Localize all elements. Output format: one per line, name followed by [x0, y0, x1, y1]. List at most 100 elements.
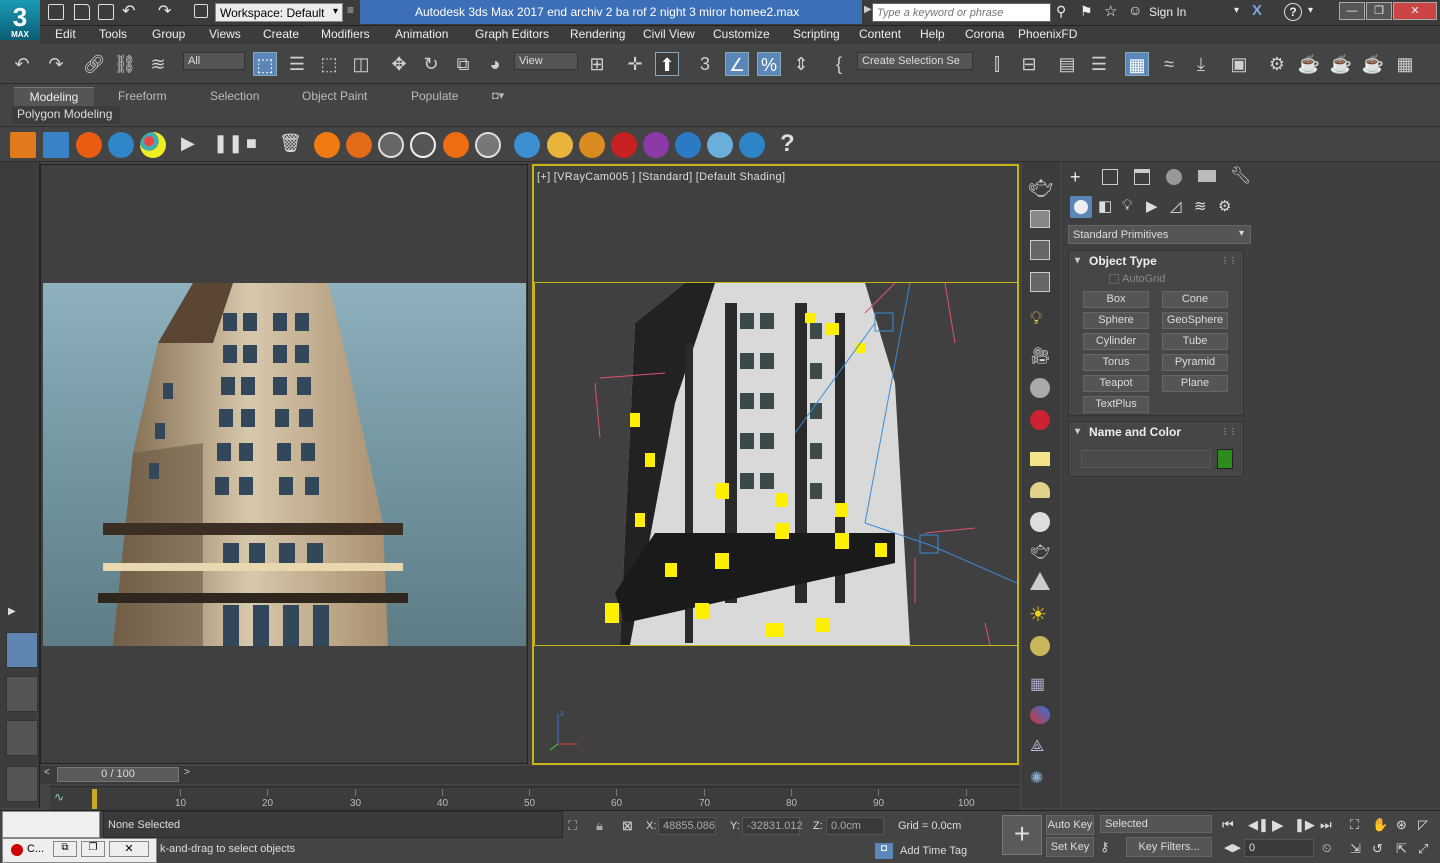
redo-icon[interactable]: ↷ — [44, 52, 68, 76]
binoculars-icon[interactable]: ⚲ — [1056, 3, 1066, 20]
redo-icon[interactable]: ↷ — [158, 1, 171, 21]
add-time-tag-button[interactable]: Add Time Tag — [900, 845, 967, 857]
fur-icon[interactable]: ▦ — [1030, 674, 1045, 694]
menu-phoenixfd[interactable]: PhoenixFD — [1018, 27, 1077, 41]
place-icon[interactable]: ◕ — [483, 52, 507, 76]
walk-through-icon[interactable]: ⇱ — [1396, 841, 1407, 857]
phoenix-liquid-icon[interactable] — [108, 132, 134, 158]
exchange-x-icon[interactable]: X — [1252, 2, 1262, 19]
menu-tools[interactable]: Tools — [99, 27, 127, 41]
select-manipulate-icon[interactable]: ✛ — [623, 52, 647, 76]
polygon-modeling-panel[interactable]: Polygon Modeling — [12, 106, 120, 124]
layout-single-button[interactable] — [6, 632, 38, 668]
sun-icon[interactable]: ☀ — [1029, 602, 1047, 627]
menu-customize[interactable]: Customize — [713, 27, 770, 41]
window-crossing-icon[interactable]: ◫ — [349, 52, 373, 76]
render-setup-icon[interactable]: ⚙ — [1265, 52, 1289, 76]
help-question-icon[interactable]: ? — [780, 130, 795, 158]
record-icon[interactable] — [11, 844, 23, 856]
workspace-dropdown[interactable]: Workspace: Default — [215, 3, 343, 22]
wind-icon[interactable] — [410, 132, 436, 158]
liquid-source-icon[interactable] — [514, 132, 540, 158]
material-editor-icon[interactable]: ▣ — [1227, 52, 1251, 76]
toggle-ribbon-icon[interactable]: ▦ — [1125, 52, 1149, 76]
maximize-viewport-icon[interactable]: ⤢ — [1418, 841, 1428, 857]
tab-selection[interactable]: Selection — [202, 87, 267, 106]
plane-light-icon[interactable] — [1030, 452, 1050, 466]
y-coord-field[interactable]: -32831.012 — [742, 817, 803, 835]
primitive-type-dropdown[interactable]: Standard Primitives — [1068, 225, 1251, 244]
move-icon[interactable]: ✥ — [387, 52, 411, 76]
zoom-extents-icon[interactable]: ⛶ — [1350, 817, 1359, 833]
field-of-view-icon[interactable]: ◸ — [1418, 817, 1428, 833]
communication-icon[interactable]: ⚑ — [1080, 3, 1093, 20]
layout-two-button[interactable] — [6, 676, 38, 712]
menu-scripting[interactable]: Scripting — [793, 27, 840, 41]
quick-access-menu-icon[interactable]: ≡ — [347, 3, 354, 17]
sphere-button[interactable]: Sphere — [1083, 312, 1149, 329]
prev-frame-icon[interactable]: ◀❚ — [1248, 817, 1269, 833]
select-object-icon[interactable]: ⬚ — [253, 52, 277, 76]
box-button[interactable]: Box — [1083, 291, 1149, 308]
auto-key-button[interactable]: Auto Key — [1046, 815, 1094, 835]
selection-filter-dropdown[interactable]: All — [183, 52, 245, 70]
undo-icon[interactable]: ↶ — [10, 52, 34, 76]
menu-graph-editors[interactable]: Graph Editors — [475, 27, 549, 41]
snaps-toggle-icon[interactable]: 3 — [693, 52, 717, 76]
mesh-light-icon[interactable]: 🫖︎ — [1030, 542, 1050, 562]
name-and-color-header[interactable]: Name and Color — [1069, 422, 1243, 442]
link-icon[interactable]: 🔗︎ — [82, 52, 106, 76]
dome-light-icon[interactable] — [1030, 482, 1050, 498]
track-bar[interactable]: ∿ 10 20 30 40 50 60 70 80 90 100 — [50, 786, 1020, 810]
menu-modifiers[interactable]: Modifiers — [321, 27, 370, 41]
percent-snap-icon[interactable]: % — [757, 52, 781, 76]
teapot-icon[interactable]: 🫖︎ — [1028, 176, 1053, 201]
lights-category-icon[interactable]: 💡︎ — [1122, 197, 1133, 214]
app-logo-button[interactable]: 3 MAX — [0, 0, 40, 40]
open-file-icon[interactable] — [74, 4, 90, 20]
tab-freeform[interactable]: Freeform — [110, 87, 175, 106]
menu-corona[interactable]: Corona — [965, 27, 1004, 41]
torus-button[interactable]: Torus — [1083, 354, 1149, 371]
menu-content[interactable]: Content — [859, 27, 901, 41]
fire-source-icon[interactable] — [314, 132, 340, 158]
hierarchy-tab-icon[interactable] — [1134, 169, 1150, 185]
key-mode-toggle-icon[interactable]: ◀▶ — [1224, 841, 1241, 854]
spinner-snap-icon[interactable]: ⇕ — [789, 52, 813, 76]
scale-icon[interactable]: ⧉ — [451, 52, 475, 76]
ies-light-icon[interactable] — [1030, 636, 1050, 656]
absolute-mode-icon[interactable]: ⊠ — [622, 818, 633, 834]
pyramid-button[interactable]: Pyramid — [1162, 354, 1228, 371]
roll-icon[interactable]: ↺ — [1372, 841, 1383, 857]
tab-populate[interactable]: Populate — [403, 87, 466, 106]
phoenix-fire-grid-icon[interactable] — [10, 132, 36, 158]
x-coord-field[interactable]: 48855.086 — [658, 817, 716, 835]
proxy-icon[interactable] — [1030, 706, 1050, 724]
edit-named-selection-icon[interactable]: { — [827, 52, 851, 76]
ink-icon[interactable] — [643, 132, 669, 158]
save-file-icon[interactable] — [98, 4, 114, 20]
named-selection-set-dropdown[interactable]: Create Selection Se — [857, 52, 973, 70]
key-filters-button[interactable]: Key Filters... — [1126, 837, 1212, 857]
pivot-center-icon[interactable]: ⊞ — [585, 52, 609, 76]
beer-icon[interactable] — [547, 132, 573, 158]
reference-coordinate-dropdown[interactable]: View — [514, 52, 578, 70]
lock-selection-icon[interactable]: 🔒︎ — [596, 818, 603, 834]
utilities-tab-icon[interactable]: 🔧︎ — [1230, 166, 1252, 186]
bind-space-warp-icon[interactable]: ≋ — [146, 52, 170, 76]
object-color-swatch[interactable] — [1217, 449, 1233, 469]
tab-modeling[interactable]: Modeling — [14, 87, 94, 106]
render-production-icon[interactable]: ☕ — [1329, 52, 1353, 76]
viewport-label[interactable]: [+] [VRayCam005 ] [Standard] [Default Sh… — [537, 171, 785, 183]
time-tag-icon[interactable]: ◘ — [875, 843, 893, 859]
fire-burst-icon[interactable] — [611, 132, 637, 158]
render-in-cloud-icon[interactable]: ▦ — [1393, 52, 1417, 76]
cone-button[interactable]: Cone — [1162, 291, 1228, 308]
render-iterative-icon[interactable]: ☕ — [1361, 52, 1385, 76]
menu-animation[interactable]: Animation — [395, 27, 448, 41]
environment-fog-icon[interactable]: ✺ — [1030, 768, 1043, 788]
expand-strip-arrow-icon[interactable]: ▶ — [8, 606, 16, 617]
ribbon-options-icon[interactable]: ◘▾ — [484, 87, 512, 106]
menu-help[interactable]: Help — [920, 27, 945, 41]
mirror-icon[interactable]: ⫿ — [985, 52, 1009, 76]
